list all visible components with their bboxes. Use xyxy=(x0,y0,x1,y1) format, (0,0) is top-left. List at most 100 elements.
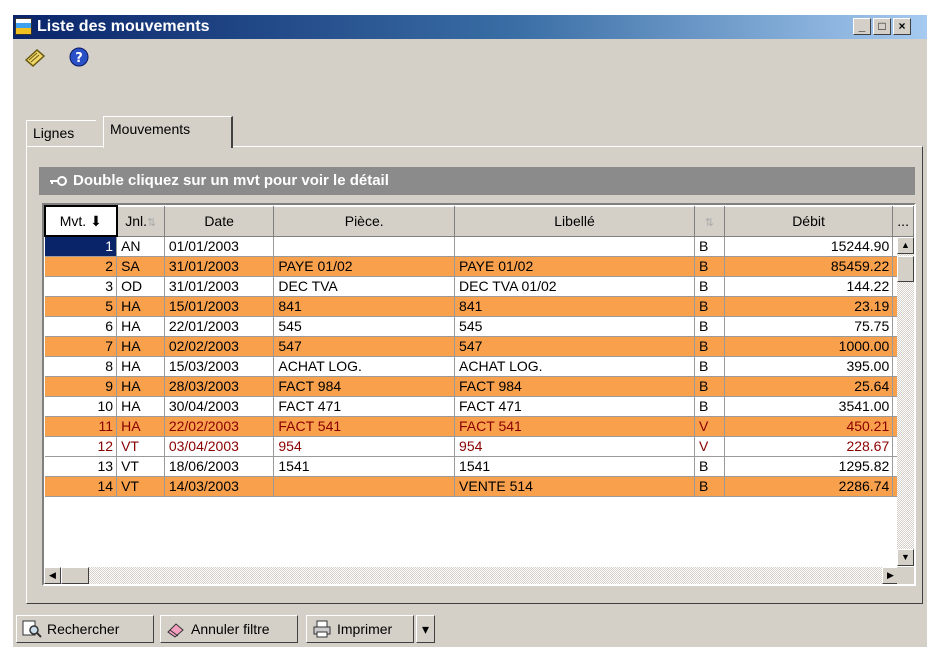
cell-status[interactable]: B xyxy=(694,476,725,497)
cell-date[interactable]: 31/01/2003 xyxy=(164,256,275,277)
cell-debit[interactable]: 1000.00 xyxy=(724,336,894,357)
cell-jnl[interactable]: HA xyxy=(116,396,165,417)
cell-jnl[interactable]: HA xyxy=(116,316,165,337)
cell-debit[interactable]: 85459.22 xyxy=(724,256,894,277)
print-dropdown-button[interactable]: ▾ xyxy=(416,615,435,643)
cell-jnl[interactable]: HA xyxy=(116,356,165,377)
cell-jnl[interactable]: VT xyxy=(116,476,165,497)
title-bar[interactable]: Liste des mouvements _ □ × xyxy=(13,15,927,39)
table-row[interactable]: 1AN01/01/2003B15244.901! xyxy=(45,236,914,257)
cell-status[interactable]: B xyxy=(694,316,725,337)
cell-date[interactable]: 15/03/2003 xyxy=(164,356,275,377)
cell-date[interactable]: 03/04/2003 xyxy=(164,436,275,457)
cell-piece[interactable]: 1541 xyxy=(273,456,456,477)
cell-jnl[interactable]: VT xyxy=(116,456,165,477)
scroll-up-arrow-icon[interactable]: ▲ xyxy=(897,237,914,254)
cell-date[interactable]: 30/04/2003 xyxy=(164,396,275,417)
cell-piece[interactable]: FACT 541 xyxy=(273,416,456,437)
cell-mvt[interactable]: 8 xyxy=(45,356,118,377)
note-edit-icon[interactable] xyxy=(23,46,47,68)
column-header-mvt[interactable]: Mvt. ⬇ xyxy=(44,205,118,237)
cell-debit[interactable]: 75.75 xyxy=(724,316,894,337)
table-row[interactable]: 7HA02/02/2003547547B1000.001i xyxy=(45,336,914,357)
cell-mvt[interactable]: 3 xyxy=(45,276,118,297)
cell-status[interactable]: B xyxy=(694,236,725,257)
cell-mvt[interactable]: 10 xyxy=(45,396,118,417)
cell-status[interactable]: V xyxy=(694,436,725,457)
cell-date[interactable]: 01/01/2003 xyxy=(164,236,275,257)
tab-lignes[interactable]: Lignes xyxy=(26,120,96,147)
table-row[interactable]: 10HA30/04/2003FACT 471FACT 471B3541.003! xyxy=(45,396,914,417)
cell-mvt[interactable]: 11 xyxy=(45,416,118,437)
cell-piece[interactable]: FACT 984 xyxy=(273,376,456,397)
cell-status[interactable]: B xyxy=(694,376,725,397)
cell-debit[interactable]: 25.64 xyxy=(724,376,894,397)
cell-libelle[interactable]: 1541 xyxy=(454,456,695,477)
cell-debit[interactable]: 450.21 xyxy=(724,416,894,437)
table-row[interactable]: 8 HA 15/03/2003 ACHAT LOG. ACHAT LOG. B 395.00… xyxy=(45,356,914,377)
cell-piece[interactable]: ACHAT LOG. xyxy=(273,356,456,377)
help-icon[interactable]: ? xyxy=(67,46,91,68)
cell-piece[interactable]: 954 xyxy=(273,436,456,457)
column-header-date[interactable]: Date xyxy=(163,205,275,237)
scroll-left-arrow-icon[interactable]: ◀ xyxy=(44,567,61,584)
table-row[interactable]: 5HA15/01/2003841841B23.192 xyxy=(45,296,914,317)
scroll-thumb[interactable] xyxy=(897,256,914,282)
cell-jnl[interactable]: HA xyxy=(116,296,165,317)
table-row[interactable]: 2 SA 31/01/2003 PAYE 01/02 PAYE 01/02 B 85459.… xyxy=(45,256,914,277)
minimize-button[interactable]: _ xyxy=(853,18,871,35)
cell-piece[interactable]: 547 xyxy=(273,336,456,357)
maximize-button[interactable]: □ xyxy=(873,18,891,35)
cell-date[interactable]: 28/03/2003 xyxy=(164,376,275,397)
cell-debit[interactable]: 3541.00 xyxy=(724,396,894,417)
hscroll-thumb[interactable] xyxy=(61,567,89,584)
cell-piece[interactable] xyxy=(273,236,456,257)
cell-piece[interactable] xyxy=(273,476,456,497)
cell-debit[interactable]: 1295.82 xyxy=(724,456,894,477)
cell-date[interactable]: 02/02/2003 xyxy=(164,336,275,357)
cell-libelle[interactable]: FACT 471 xyxy=(454,396,695,417)
cell-libelle[interactable]: FACT 541 xyxy=(454,416,695,437)
cell-piece[interactable]: DEC TVA xyxy=(273,276,456,297)
cell-jnl[interactable]: VT xyxy=(116,436,165,457)
cell-mvt[interactable]: 5 xyxy=(45,296,118,317)
cell-date[interactable]: 22/02/2003 xyxy=(164,416,275,437)
cell-status[interactable]: B xyxy=(694,276,725,297)
cancel-filter-button[interactable]: Annuler filtre xyxy=(160,615,298,643)
table-row[interactable]: 13VT18/06/200315411541B1295.821 xyxy=(45,456,914,477)
cell-jnl[interactable]: HA xyxy=(116,336,165,357)
cell-debit[interactable]: 395.00 xyxy=(724,356,894,377)
cell-jnl[interactable]: AN xyxy=(116,236,165,257)
cell-piece[interactable]: FACT 471 xyxy=(273,396,456,417)
column-header-debit[interactable]: Débit xyxy=(723,205,894,237)
tab-mouvements[interactable]: Mouvements xyxy=(103,116,233,148)
cell-libelle[interactable]: PAYE 01/02 xyxy=(454,256,695,277)
table-row[interactable]: 14VT14/03/2003VENTE 514B2286.742 xyxy=(45,476,914,497)
cell-libelle[interactable]: FACT 984 xyxy=(454,376,695,397)
cell-libelle[interactable] xyxy=(454,236,695,257)
cell-status[interactable]: B xyxy=(694,396,725,417)
cell-libelle[interactable]: 841 xyxy=(454,296,695,317)
search-button[interactable]: Rechercher xyxy=(16,615,154,643)
cell-mvt[interactable]: 9 xyxy=(45,376,118,397)
cell-status[interactable]: B xyxy=(694,256,725,277)
cell-mvt[interactable]: 12 xyxy=(45,436,118,457)
cell-piece[interactable]: 841 xyxy=(273,296,456,317)
column-header-jnl[interactable]: Jnl.⇅ xyxy=(116,205,165,237)
movements-grid[interactable]: Mvt. ⬇ Jnl.⇅ Date Pièce. Libellé ⇅ Débit… xyxy=(42,203,916,586)
cell-libelle[interactable]: ACHAT LOG. xyxy=(454,356,695,377)
cell-date[interactable]: 22/01/2003 xyxy=(164,316,275,337)
cell-date[interactable]: 31/01/2003 xyxy=(164,276,275,297)
vertical-scrollbar[interactable]: ▲ ▼ xyxy=(897,237,914,566)
cell-piece[interactable]: 545 xyxy=(273,316,456,337)
cell-mvt[interactable]: 6 xyxy=(45,316,118,337)
cell-date[interactable]: 14/03/2003 xyxy=(164,476,275,497)
cell-jnl[interactable]: OD xyxy=(116,276,165,297)
cell-piece[interactable]: PAYE 01/02 xyxy=(273,256,456,277)
cell-debit[interactable]: 15244.90 xyxy=(724,236,894,257)
scroll-down-arrow-icon[interactable]: ▼ xyxy=(897,549,914,566)
print-button[interactable]: Imprimer xyxy=(306,615,414,643)
cell-date[interactable]: 15/01/2003 xyxy=(164,296,275,317)
cell-jnl[interactable]: HA xyxy=(116,416,165,437)
column-header-status[interactable]: ⇅ xyxy=(694,205,725,237)
